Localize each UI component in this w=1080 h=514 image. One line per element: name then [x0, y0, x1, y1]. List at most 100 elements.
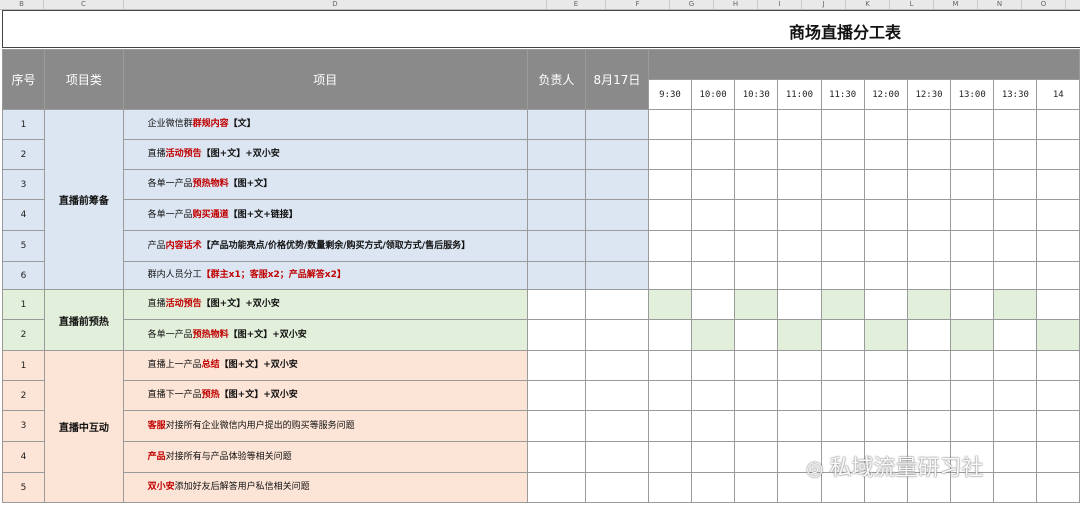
time-cell[interactable] — [648, 230, 692, 262]
item-cell[interactable]: 直播下一产品预热【图+文】+双小安 — [122, 380, 528, 411]
time-cell[interactable] — [950, 169, 995, 200]
date-cell[interactable] — [584, 350, 650, 381]
header-date[interactable]: 8月17日 — [584, 49, 650, 110]
time-cell[interactable] — [734, 169, 779, 200]
time-cell[interactable] — [1036, 199, 1080, 231]
time-cell[interactable] — [906, 289, 952, 320]
time-cell[interactable] — [863, 199, 908, 231]
row-number[interactable]: 5 — [1, 230, 46, 262]
column-letter-L[interactable]: L — [890, 0, 934, 9]
time-cell[interactable] — [950, 199, 995, 231]
column-letter-K[interactable]: K — [846, 0, 890, 9]
time-cell[interactable] — [820, 289, 865, 320]
owner-cell[interactable] — [526, 410, 586, 442]
row-number[interactable]: 3 — [1, 410, 46, 442]
time-cell[interactable] — [906, 380, 952, 411]
time-cell[interactable] — [863, 410, 908, 442]
owner-cell[interactable] — [526, 139, 586, 170]
time-cell[interactable] — [906, 139, 952, 170]
time-cell[interactable] — [648, 199, 692, 231]
date-cell[interactable] — [584, 230, 650, 262]
time-cell[interactable] — [648, 441, 692, 473]
column-letter-B[interactable]: B — [0, 0, 44, 9]
date-cell[interactable] — [584, 109, 650, 140]
row-number[interactable]: 1 — [1, 289, 46, 320]
date-cell[interactable] — [584, 380, 650, 411]
row-number[interactable]: 1 — [1, 350, 46, 381]
row-number[interactable]: 3 — [1, 169, 46, 200]
time-slot[interactable]: 13:00 — [950, 79, 995, 110]
column-letter-E[interactable]: E — [547, 0, 606, 9]
time-cell[interactable] — [734, 109, 779, 140]
time-cell[interactable] — [648, 139, 692, 170]
time-slot[interactable]: 12:30 — [906, 79, 952, 110]
time-cell[interactable] — [820, 199, 865, 231]
time-cell[interactable] — [1036, 139, 1080, 170]
time-cell[interactable] — [993, 410, 1038, 442]
time-cell[interactable] — [950, 410, 995, 442]
item-cell[interactable]: 各单一产品预热物料【图+文】+双小安 — [122, 319, 528, 351]
time-cell[interactable] — [690, 199, 736, 231]
time-cell[interactable] — [1036, 319, 1080, 351]
time-cell[interactable] — [950, 230, 995, 262]
header-category[interactable]: 项目类 — [44, 49, 124, 110]
time-cell[interactable] — [906, 169, 952, 200]
time-cell[interactable] — [734, 199, 779, 231]
header-owner[interactable]: 负责人 — [526, 49, 586, 110]
time-slot[interactable]: 10:30 — [734, 79, 779, 110]
time-cell[interactable] — [993, 109, 1038, 140]
column-letter-M[interactable]: M — [934, 0, 978, 9]
time-cell[interactable] — [777, 261, 822, 290]
time-cell[interactable] — [648, 410, 692, 442]
owner-cell[interactable] — [526, 289, 586, 320]
owner-cell[interactable] — [526, 199, 586, 231]
time-cell[interactable] — [734, 289, 779, 320]
time-cell[interactable] — [690, 380, 736, 411]
time-cell[interactable] — [777, 109, 822, 140]
time-cell[interactable] — [777, 410, 822, 442]
item-cell[interactable]: 客服对接所有企业微信内用户提出的购买等服务问题 — [122, 410, 528, 442]
column-letter-C[interactable]: C — [44, 0, 124, 9]
time-cell[interactable] — [777, 350, 822, 381]
time-cell[interactable] — [820, 169, 865, 200]
time-cell[interactable] — [734, 350, 779, 381]
time-cell[interactable] — [1036, 289, 1080, 320]
header-seq[interactable]: 序号 — [1, 49, 46, 110]
time-cell[interactable] — [993, 230, 1038, 262]
time-cell[interactable] — [993, 169, 1038, 200]
date-cell[interactable] — [584, 289, 650, 320]
time-cell[interactable] — [993, 441, 1038, 473]
row-number[interactable]: 5 — [1, 472, 46, 503]
column-letter-F[interactable]: F — [606, 0, 670, 9]
time-cell[interactable] — [993, 350, 1038, 381]
owner-cell[interactable] — [526, 350, 586, 381]
date-cell[interactable] — [584, 139, 650, 170]
time-cell[interactable] — [648, 472, 692, 503]
time-cell[interactable] — [734, 410, 779, 442]
column-letter-G[interactable]: G — [670, 0, 714, 9]
time-cell[interactable] — [777, 169, 822, 200]
time-cell[interactable] — [777, 289, 822, 320]
owner-cell[interactable] — [526, 319, 586, 351]
time-cell[interactable] — [863, 109, 908, 140]
time-cell[interactable] — [648, 319, 692, 351]
time-slot[interactable]: 11:00 — [777, 79, 822, 110]
time-cell[interactable] — [906, 350, 952, 381]
time-cell[interactable] — [734, 261, 779, 290]
time-cell[interactable] — [690, 261, 736, 290]
time-cell[interactable] — [777, 230, 822, 262]
time-cell[interactable] — [734, 472, 779, 503]
time-cell[interactable] — [950, 139, 995, 170]
time-cell[interactable] — [690, 169, 736, 200]
time-cell[interactable] — [863, 380, 908, 411]
date-cell[interactable] — [584, 410, 650, 442]
category-cell[interactable]: 直播前预热 — [44, 289, 124, 351]
item-cell[interactable]: 各单一产品预热物料【图+文】 — [122, 169, 528, 200]
time-cell[interactable] — [820, 350, 865, 381]
time-cell[interactable] — [820, 261, 865, 290]
time-cell[interactable] — [734, 230, 779, 262]
time-cell[interactable] — [1036, 350, 1080, 381]
row-number[interactable]: 1 — [1, 109, 46, 140]
column-letter-I[interactable]: I — [758, 0, 802, 9]
time-cell[interactable] — [906, 410, 952, 442]
